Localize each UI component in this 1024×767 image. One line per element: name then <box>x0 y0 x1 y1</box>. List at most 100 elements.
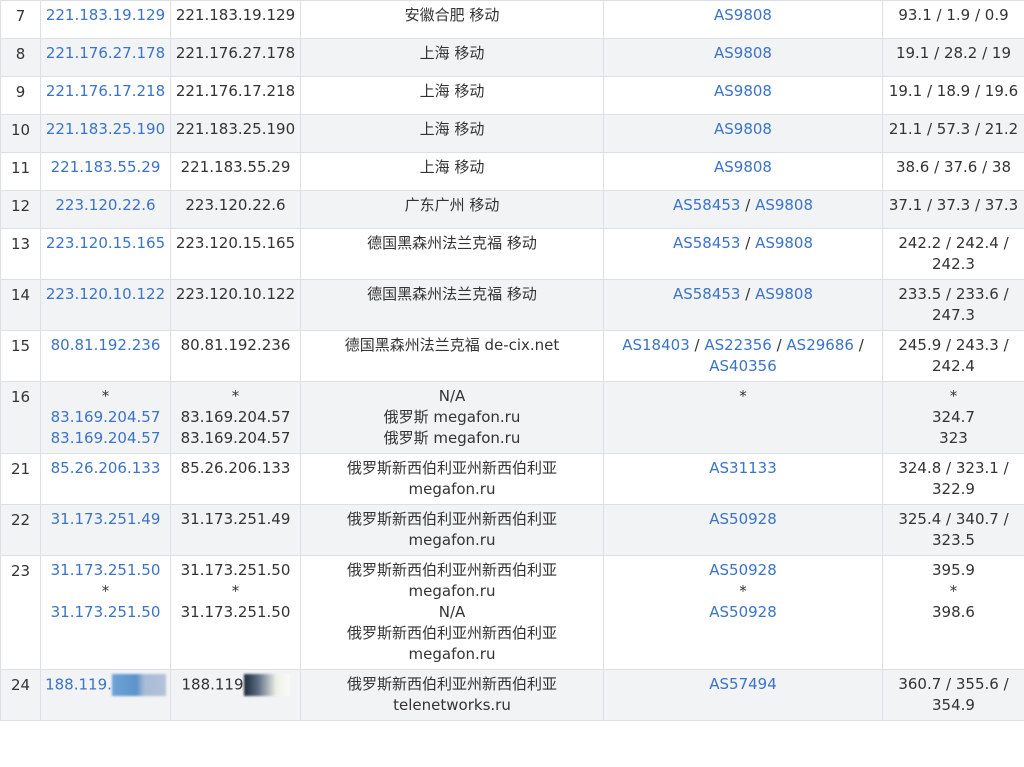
ip-link[interactable]: 83.169.204.57 <box>41 428 170 449</box>
latency-text: 398.6 <box>932 603 975 621</box>
location-cell: 上海 移动 <box>300 38 604 77</box>
hop-number: 8 <box>15 45 26 63</box>
asn-separator: / <box>740 234 756 252</box>
traceroute-table: 7 221.183.19.129 221.183.19.129 安徽合肥 移动 AS98… <box>0 0 1024 721</box>
asn-link[interactable]: AS31133 <box>709 459 777 477</box>
ip-link[interactable]: 221.176.17.218 <box>41 81 170 102</box>
ip-link-cell: * 83.169.204.57 83.169.204.57 <box>40 381 171 454</box>
latency-text: 354.9 <box>932 696 975 714</box>
ip-link[interactable]: 223.120.10.122 <box>41 284 170 305</box>
asn-link[interactable]: AS9808 <box>714 44 772 62</box>
table-row: 12 223.120.22.6 223.120.22.6 广东广州 移动 AS58453… <box>0 190 1024 229</box>
asn-line: AS50928 <box>604 509 882 530</box>
hop-number-cell: 21 <box>0 453 41 505</box>
ip-link[interactable]: 31.173.251.50 <box>41 560 170 581</box>
location-text: megafon.ru <box>408 645 496 663</box>
latency-text: 323 <box>939 429 968 447</box>
location-cell: 上海 移动 <box>300 114 604 153</box>
location-cell: 俄罗斯新西伯利亚州新西伯利亚 megafon.ru N/A 俄罗斯新西伯利亚州新西伯利… <box>300 555 604 670</box>
location-text: 俄罗斯新西伯利亚州新西伯利亚 <box>346 510 557 528</box>
asn-link[interactable]: AS50928 <box>709 510 777 528</box>
asn-link[interactable]: AS9808 <box>714 82 772 100</box>
ip-link[interactable]: 80.81.192.236 <box>41 335 170 356</box>
asn-link[interactable]: AS40356 <box>709 357 777 375</box>
asn-link[interactable]: AS9808 <box>714 120 772 138</box>
asn-cell: AS50928 <box>603 504 883 556</box>
asn-link[interactable]: AS22356 <box>704 336 772 354</box>
ip-text: 221.183.25.190 <box>175 120 296 138</box>
asn-link[interactable]: AS57494 <box>709 675 777 693</box>
location-cell: N/A 俄罗斯 megafon.ru 俄罗斯 megafon.ru <box>300 381 604 454</box>
table-row: 11 221.183.55.29 221.183.55.29 上海 移动 AS9808 3… <box>0 152 1024 191</box>
hop-number-cell: 7 <box>0 0 41 39</box>
asn-separator: / <box>771 336 787 354</box>
asn-link[interactable]: AS9808 <box>714 158 772 176</box>
hop-number: 9 <box>15 83 26 101</box>
latency-text: 233.5 / 233.6 / <box>898 285 1009 303</box>
ip-text-cell: 80.81.192.236 <box>170 330 301 382</box>
latency-cell: * 324.7 323 <box>882 381 1024 454</box>
ip-text-redacted: 188.119 <box>171 674 300 696</box>
asn-link[interactable]: AS58453 <box>673 285 741 303</box>
asn-line: AS18403 / AS22356 / AS29686 / <box>604 335 882 356</box>
location-text: 俄罗斯 megafon.ru <box>383 408 521 426</box>
location-text: 德国黑森州法兰克福 de-cix.net <box>344 336 560 354</box>
asn-separator: / <box>689 336 705 354</box>
ip-link-cell: 31.173.251.49 <box>40 504 171 556</box>
ip-text: * <box>231 387 240 405</box>
latency-cell: 19.1 / 18.9 / 19.6 <box>882 76 1024 115</box>
ip-link[interactable]: 31.173.251.49 <box>41 509 170 530</box>
ip-link[interactable]: 221.176.27.178 <box>41 43 170 64</box>
ip-link[interactable]: 221.183.55.29 <box>41 157 170 178</box>
ip-text: 83.169.204.57 <box>180 429 291 447</box>
location-text: 上海 移动 <box>419 158 485 176</box>
location-cell: 俄罗斯新西伯利亚州新西伯利亚 megafon.ru <box>300 504 604 556</box>
location-text: 俄罗斯新西伯利亚州新西伯利亚 <box>346 624 557 642</box>
asn-link[interactable]: AS9808 <box>755 285 813 303</box>
location-text: 俄罗斯新西伯利亚州新西伯利亚 <box>346 675 557 693</box>
ip-text-cell: 221.183.25.190 <box>170 114 301 153</box>
ip-link-cell: 31.173.251.50 * 31.173.251.50 <box>40 555 171 670</box>
ip-link[interactable]: 223.120.22.6 <box>41 195 170 216</box>
ip-text-cell: 188.119 <box>170 669 301 721</box>
latency-cell: 360.7 / 355.6 / 354.9 <box>882 669 1024 721</box>
asn-link[interactable]: AS58453 <box>673 196 741 214</box>
hop-number-cell: 8 <box>0 38 41 77</box>
ip-link[interactable]: 85.26.206.133 <box>41 458 170 479</box>
asn-cell: AS58453 / AS9808 <box>603 279 883 331</box>
ip-text-cell: 85.26.206.133 <box>170 453 301 505</box>
ip-link[interactable]: 31.173.251.50 <box>41 602 170 623</box>
asn-link[interactable]: AS9808 <box>714 6 772 24</box>
asn-line: AS9808 <box>604 43 882 64</box>
hop-number-cell: 13 <box>0 228 41 280</box>
asn-line: AS58453 / AS9808 <box>604 195 882 216</box>
asn-link[interactable]: AS29686 <box>786 336 854 354</box>
asn-cell: AS31133 <box>603 453 883 505</box>
latency-cell: 233.5 / 233.6 / 247.3 <box>882 279 1024 331</box>
ip-link[interactable]: 223.120.15.165 <box>41 233 170 254</box>
ip-text: 223.120.15.165 <box>175 234 296 252</box>
table-row: 9 221.176.17.218 221.176.17.218 上海 移动 AS9808… <box>0 76 1024 115</box>
asn-link[interactable]: AS9808 <box>755 196 813 214</box>
asn-line: AS58453 / AS9808 <box>604 233 882 254</box>
asn-link[interactable]: AS9808 <box>755 234 813 252</box>
ip-text-cell: * 83.169.204.57 83.169.204.57 <box>170 381 301 454</box>
latency-cell: 93.1 / 1.9 / 0.9 <box>882 0 1024 39</box>
asn-link[interactable]: AS18403 <box>622 336 690 354</box>
asn-link[interactable]: AS58453 <box>673 234 741 252</box>
redaction-blur <box>111 674 166 696</box>
latency-text: 324.7 <box>932 408 975 426</box>
ip-link[interactable]: 221.183.25.190 <box>41 119 170 140</box>
location-text: 德国黑森州法兰克福 移动 <box>367 234 537 252</box>
ip-link[interactable]: 188.119. <box>45 676 112 694</box>
asn-link[interactable]: AS50928 <box>604 602 882 623</box>
ip-text: 223.120.22.6 <box>185 196 286 214</box>
location-cell: 广东广州 移动 <box>300 190 604 229</box>
hop-number-cell: 15 <box>0 330 41 382</box>
asn-link[interactable]: AS50928 <box>604 560 882 581</box>
ip-link-cell: 80.81.192.236 <box>40 330 171 382</box>
ip-link[interactable]: 83.169.204.57 <box>41 407 170 428</box>
ip-link[interactable]: 221.183.19.129 <box>41 5 170 26</box>
location-text: megafon.ru <box>408 531 496 549</box>
ip-link-cell: 221.183.25.190 <box>40 114 171 153</box>
